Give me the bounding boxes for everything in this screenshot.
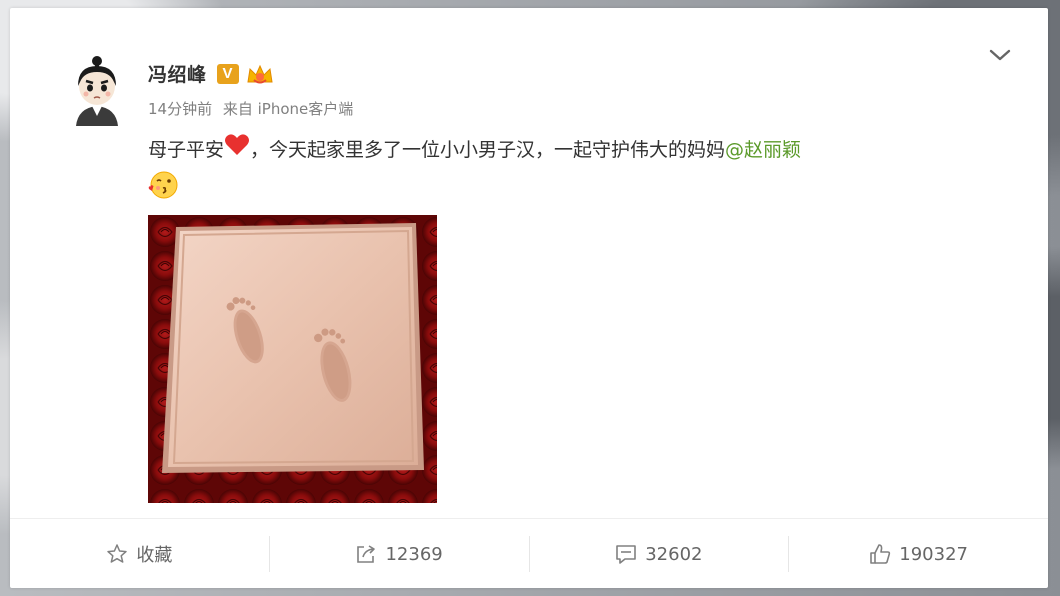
star-icon — [106, 543, 128, 565]
avatar[interactable] — [62, 52, 132, 126]
favorite-button[interactable]: 收藏 — [10, 529, 269, 579]
repost-button[interactable]: 12369 — [270, 529, 529, 579]
post-source: 来自 iPhone客户端 — [222, 100, 354, 118]
favorite-label: 收藏 — [136, 545, 173, 566]
like-icon — [869, 543, 891, 565]
repost-icon — [355, 543, 377, 565]
author-row: 冯绍峰 V — [148, 60, 275, 87]
mention-link[interactable]: @赵丽颖 — [725, 139, 801, 161]
post-text-part1: 母子平安 — [148, 139, 225, 161]
heart-emoji-icon — [224, 133, 250, 169]
like-count: 190327 — [899, 543, 968, 565]
post-image[interactable] — [148, 215, 437, 503]
action-bar: 收藏 12369 32602 190327 — [10, 529, 1048, 579]
crown-badge-icon[interactable] — [245, 62, 275, 86]
verified-v-icon[interactable]: V — [216, 63, 239, 84]
chevron-down-icon[interactable] — [987, 44, 1013, 66]
like-button[interactable]: 190327 — [789, 529, 1048, 579]
post-text: 母子平安 ，今天起家里多了一位小小男子汉，一起守护伟大的妈妈@赵丽颖 — [148, 132, 1028, 213]
action-bar-divider — [10, 518, 1048, 519]
repost-count: 12369 — [385, 543, 443, 565]
comment-count: 32602 — [645, 543, 703, 565]
weibo-post-card: 冯绍峰 V 14分钟前 来自 iPhone客户端 母子平安 ，今天起家里多了一位小… — [10, 8, 1048, 588]
comment-button[interactable]: 32602 — [530, 529, 789, 579]
user-name[interactable]: 冯绍峰 — [148, 60, 207, 87]
post-time[interactable]: 14分钟前 — [148, 100, 212, 118]
post-text-part2: ，今天起家里多了一位小小男子汉，一起守护伟大的妈妈 — [250, 139, 726, 161]
comment-icon — [615, 543, 637, 565]
post-meta: 14分钟前 来自 iPhone客户端 — [148, 98, 359, 119]
kiss-emoji-icon — [148, 169, 180, 213]
